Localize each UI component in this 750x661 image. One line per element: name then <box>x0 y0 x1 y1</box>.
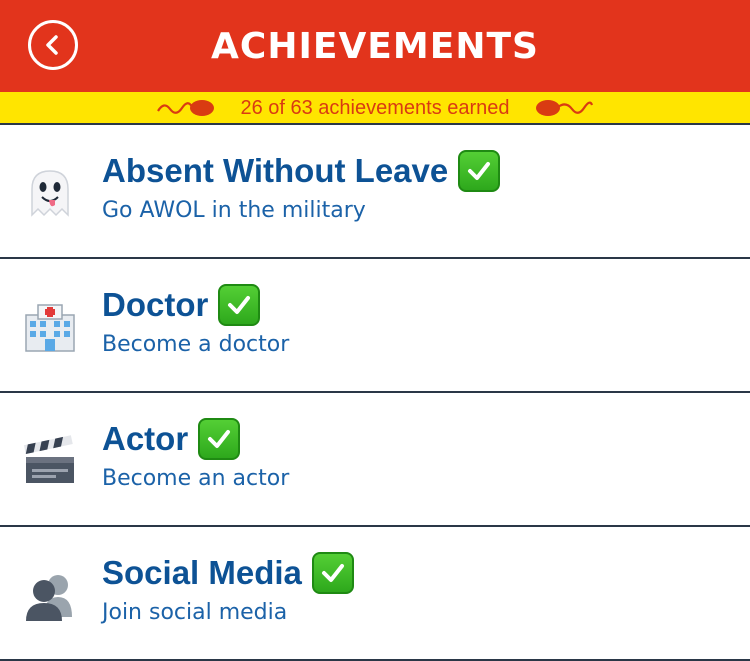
earned-checkmark-icon <box>311 552 354 594</box>
achievement-name-line: Doctor <box>102 283 261 327</box>
achievement-title: Absent Without Leave <box>102 152 449 189</box>
sperm-left-icon <box>157 99 215 116</box>
achievement-row[interactable]: Actor Become an actor <box>0 393 750 527</box>
achievement-title: Doctor <box>102 286 209 323</box>
hospital-icon <box>25 304 75 352</box>
earned-checkmark-icon <box>458 150 501 192</box>
achievements-list: Absent Without Leave Go AWOL in the mili… <box>0 125 750 661</box>
page-title: ACHIEVEMENTS <box>211 26 539 67</box>
app-header: ACHIEVEMENTS <box>0 0 750 92</box>
achievements-count-text: 26 of 63 achievements earned <box>240 96 510 119</box>
achievement-name-line: Actor <box>102 417 241 461</box>
achievement-row[interactable]: Social Media Join social media <box>0 527 750 661</box>
achievement-description: Become a doctor <box>102 332 290 357</box>
achievement-row[interactable]: Doctor Become a doctor <box>0 259 750 393</box>
achievement-title: Social Media <box>102 554 302 591</box>
clapperboard-icon <box>23 435 74 483</box>
achievement-title: Actor <box>102 420 189 457</box>
achievement-name-line: Absent Without Leave <box>102 149 501 193</box>
earned-checkmark-icon <box>198 418 241 460</box>
sperm-right-icon <box>535 99 593 116</box>
achievement-description: Become an actor <box>102 466 290 491</box>
ghost-icon <box>31 170 69 217</box>
achievement-row[interactable]: Absent Without Leave Go AWOL in the mili… <box>0 125 750 259</box>
achievement-description: Join social media <box>102 600 288 625</box>
achievement-name-line: Social Media <box>102 551 354 595</box>
achievements-progress-banner: 26 of 63 achievements earned <box>0 92 750 125</box>
achievement-description: Go AWOL in the military <box>102 198 366 223</box>
people-silhouette-icon <box>26 575 72 621</box>
earned-checkmark-icon <box>218 284 261 326</box>
